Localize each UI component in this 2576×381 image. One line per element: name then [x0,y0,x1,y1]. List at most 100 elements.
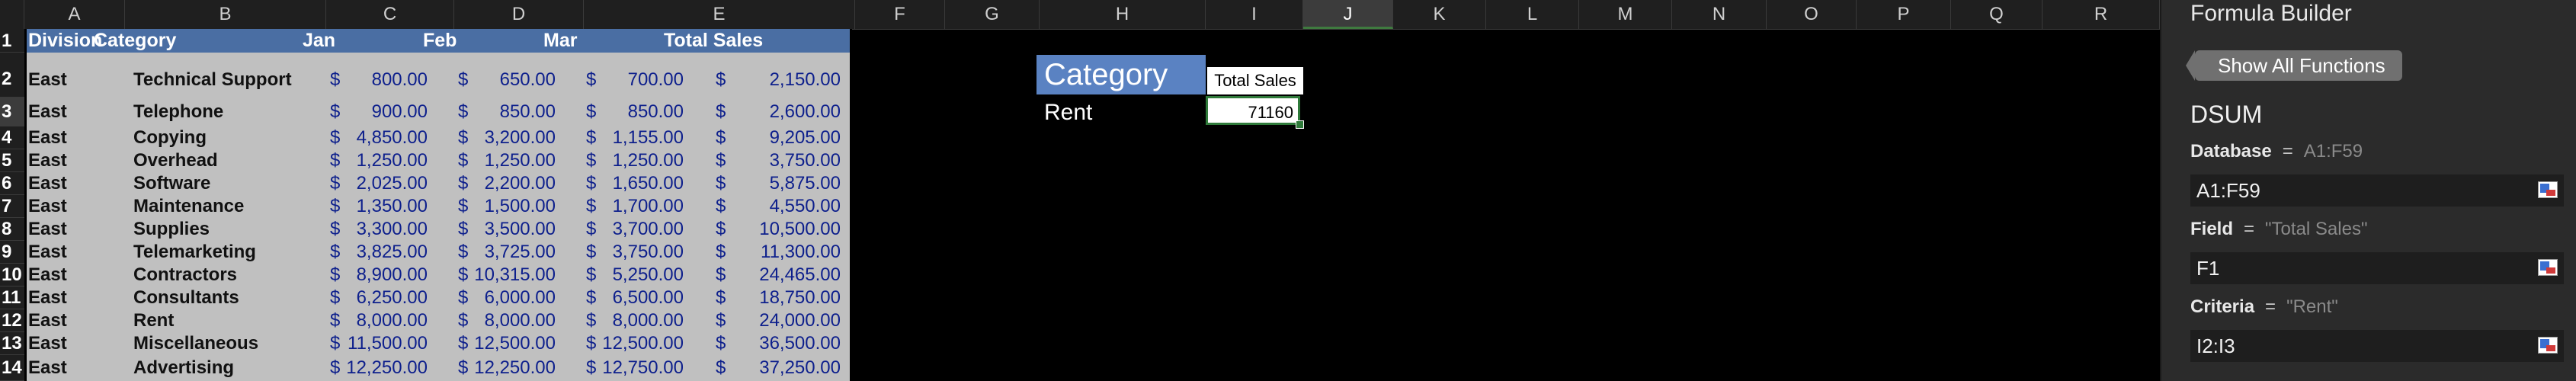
column-header-n[interactable]: N [1672,0,1767,29]
cell-division[interactable]: East [28,98,67,126]
select-all-corner[interactable] [0,0,24,29]
cell-category[interactable]: Overhead [133,149,218,172]
cell-jan[interactable]: 8,000.00 [357,309,428,332]
cell-mar[interactable]: 3,750.00 [613,241,684,264]
cell-jan[interactable]: 3,825.00 [357,241,428,264]
cell-total[interactable]: 24,465.00 [759,264,841,287]
column-header-b[interactable]: B [125,0,326,29]
cell-division[interactable]: East [28,332,67,355]
table-row[interactable]: East Supplies $3,300.00 $3,500.00 $3,700.00 $… [27,218,850,241]
cell-category[interactable]: Maintenance [133,195,244,218]
cell-feb[interactable]: 12,250.00 [474,355,556,381]
cell-total[interactable]: 3,750.00 [770,149,841,172]
column-header-g[interactable]: G [945,0,1040,29]
header-total-sales[interactable]: Total Sales [664,29,763,53]
cell-mar[interactable]: 3,700.00 [613,218,684,241]
cell-feb[interactable]: 12,500.00 [474,332,556,355]
table-row[interactable]: East Rent $8,000.00 $8,000.00 $8,000.00 $24,0… [27,309,850,332]
cell-category[interactable]: Rent [133,309,174,332]
cell-jan[interactable]: 2,025.00 [357,172,428,195]
row-header-11[interactable]: 11 [0,287,24,309]
row-header-1[interactable]: 1 [0,29,24,53]
table-row[interactable]: East Miscellaneous $11,500.00 $12,500.00 $12… [27,332,850,355]
cell-category[interactable]: Telephone [133,98,223,126]
column-header-k[interactable]: K [1393,0,1486,29]
cell-mar[interactable]: 1,650.00 [613,172,684,195]
cell-category[interactable]: Consultants [133,287,239,309]
cell-feb[interactable]: 3,200.00 [485,126,556,149]
row-header-13[interactable]: 13 [0,332,24,355]
cell-division[interactable]: East [28,355,67,381]
row-header-12[interactable]: 12 [0,309,24,332]
table-row[interactable]: East Overhead $1,250.00 $1,250.00 $1,250.00 $… [27,149,850,172]
cell-jan[interactable]: 4,850.00 [357,126,428,149]
row-header-2[interactable]: 2 [0,53,24,98]
cell-category[interactable]: Supplies [133,218,210,241]
cell-division[interactable]: East [28,195,67,218]
cell-jan[interactable]: 1,250.00 [357,149,428,172]
cell-mar[interactable]: 5,250.00 [613,264,684,287]
cell-jan[interactable]: 6,250.00 [357,287,428,309]
cell-category[interactable]: Software [133,172,210,195]
criteria-header-cell[interactable]: Category [1036,55,1206,94]
header-feb[interactable]: Feb [423,29,457,53]
table-row[interactable]: East Consultants $6,250.00 $6,000.00 $6,500.… [27,287,850,309]
cell-total[interactable]: 4,550.00 [770,195,841,218]
cell-total[interactable]: 11,300.00 [761,241,841,264]
show-all-functions-button[interactable]: Show All Functions [2186,50,2402,81]
cell-total[interactable]: 24,000.00 [759,309,841,332]
table-row[interactable]: East Advertising $12,250.00 $12,250.00 $12,7… [27,355,850,381]
column-header-d[interactable]: D [454,0,584,29]
column-header-l[interactable]: L [1486,0,1579,29]
cell-mar[interactable]: 1,700.00 [613,195,684,218]
cell-division[interactable]: East [28,126,67,149]
fill-handle[interactable] [1296,120,1304,129]
cell-feb[interactable]: 10,315.00 [474,264,556,287]
cell-feb[interactable]: 2,200.00 [485,172,556,195]
field-input[interactable]: F1 [2190,252,2564,284]
header-jan[interactable]: Jan [303,29,335,53]
cell-mar[interactable]: 6,500.00 [613,287,684,309]
cell-total[interactable]: 2,600.00 [770,98,841,126]
row-header-8[interactable]: 8 [0,218,24,241]
column-header-a[interactable]: A [24,0,125,29]
result-value-cell-selected[interactable]: 71160 [1206,96,1300,125]
cell-division[interactable]: East [28,172,67,195]
cell-division[interactable]: East [28,218,67,241]
cell-total[interactable]: 36,500.00 [759,332,841,355]
column-header-r[interactable]: R [2043,0,2160,29]
column-header-f[interactable]: F [855,0,945,29]
range-select-icon[interactable] [2538,181,2558,198]
result-header-cell[interactable]: Total Sales [1207,67,1303,94]
header-category[interactable]: Category [94,29,176,53]
cell-total[interactable]: 10,500.00 [759,218,841,241]
row-header-4[interactable]: 4 [0,126,24,149]
cell-total[interactable]: 37,250.00 [759,355,841,381]
table-row[interactable]: East Technical Support $800.00 $650.00 $700.… [27,53,850,98]
cell-category[interactable]: Telemarketing [133,241,256,264]
cell-mar[interactable]: 8,000.00 [613,309,684,332]
cell-jan[interactable]: 8,900.00 [357,264,428,287]
cell-mar[interactable]: 1,250.00 [613,149,684,172]
range-select-icon[interactable] [2538,259,2558,276]
cell-feb[interactable]: 8,000.00 [485,309,556,332]
column-header-o[interactable]: O [1767,0,1857,29]
column-header-j[interactable]: J [1303,0,1393,29]
cell-total[interactable]: 9,205.00 [770,126,841,149]
cell-mar[interactable]: 1,155.00 [613,126,684,149]
table-row[interactable]: East Software $2,025.00 $2,200.00 $1,650.00 $… [27,172,850,195]
cell-feb[interactable]: 1,500.00 [485,195,556,218]
cell-category[interactable]: Copying [133,126,207,149]
column-header-q[interactable]: Q [1951,0,2043,29]
spreadsheet-grid[interactable]: ABCDEFGHIJKLMNOPQRS 1234567891011121314 … [0,0,2160,381]
cell-jan[interactable]: 1,350.00 [357,195,428,218]
row-header-5[interactable]: 5 [0,149,24,172]
cell-feb[interactable]: 6,000.00 [485,287,556,309]
row-header-6[interactable]: 6 [0,172,24,195]
column-header-c[interactable]: C [326,0,454,29]
table-row[interactable]: East Telephone $900.00 $850.00 $850.00 $2,600… [27,98,850,126]
cell-mar[interactable]: 12,750.00 [602,355,684,381]
criteria-input[interactable]: I2:I3 [2190,330,2564,362]
sales-data-table[interactable]: Division Category Jan Feb Mar Total Sale… [24,29,852,381]
criteria-value-cell[interactable]: Rent [1036,98,1206,128]
